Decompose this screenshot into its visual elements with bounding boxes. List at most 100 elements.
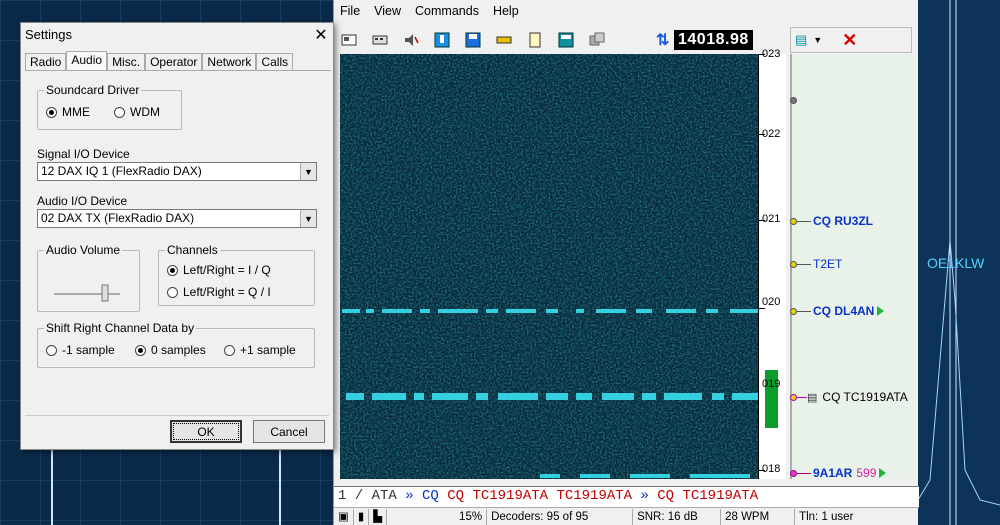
signal-io-label: Signal I/O Device bbox=[37, 147, 130, 161]
document-icon: ▤ bbox=[807, 391, 818, 404]
spot-callsign[interactable]: CQ TC1919ATA bbox=[822, 390, 907, 404]
spot-item[interactable]: ▤ CQ TC1919ATA bbox=[790, 390, 908, 404]
record-icon[interactable] bbox=[431, 29, 453, 51]
tab-network[interactable]: Network bbox=[202, 53, 257, 71]
keyboard-icon[interactable] bbox=[369, 29, 391, 51]
radio-icon[interactable] bbox=[338, 29, 360, 51]
tab-panel bbox=[25, 70, 331, 71]
chevron-down-icon[interactable]: ▼ bbox=[813, 35, 822, 45]
menu-bar: File View Commands Help bbox=[334, 0, 919, 22]
decoded-segment: CQ TC1919ATA bbox=[648, 488, 759, 504]
scale-label: 022 bbox=[762, 128, 781, 140]
radio-zero[interactable]: 0 samples bbox=[135, 343, 206, 357]
wpm-readout: 28 WPM bbox=[721, 509, 796, 525]
spot-filter-icon[interactable]: ▤ bbox=[795, 32, 807, 48]
waterfall-display[interactable] bbox=[340, 54, 758, 479]
level-icon: ▙ bbox=[369, 509, 388, 525]
spot-item[interactable]: CQ DL4AN bbox=[790, 304, 885, 318]
delete-icon[interactable]: ✕ bbox=[842, 30, 857, 51]
radio-plus-one[interactable]: +1 sample bbox=[224, 343, 296, 357]
spot-item[interactable]: 9A1AR 599 bbox=[790, 466, 887, 480]
ok-button[interactable]: OK bbox=[170, 420, 242, 443]
mic-icon: ▮ bbox=[354, 509, 370, 525]
telnet-users: Tln: 1 user bbox=[799, 511, 854, 523]
spots-toolbar: ▤ ▼ ✕ bbox=[790, 27, 912, 53]
spots-panel: CQ RU3ZL T2ET CQ DL4AN ▤ CQ TC1919ATA 9A… bbox=[790, 54, 916, 480]
decoded-text-line[interactable]: 1 / ATA » CQ CQ TC1919ATA TC1919ATA » CQ… bbox=[334, 486, 919, 508]
cpu-percent: 15% bbox=[387, 509, 488, 525]
speaker-icon[interactable] bbox=[400, 29, 422, 51]
spot-item[interactable]: CQ RU3ZL bbox=[790, 214, 873, 228]
status-bar: ▣ ▮ ▙ 15% Decoders: 95 of 95 SNR: 16 dB … bbox=[334, 509, 919, 525]
soundcard-driver-group: Soundcard Driver MME WDM bbox=[37, 83, 182, 130]
shift-channel-group: Shift Right Channel Data by -1 sample 0 … bbox=[37, 321, 315, 368]
group-label: Shift Right Channel Data by bbox=[44, 321, 197, 335]
windows-icon[interactable] bbox=[586, 29, 608, 51]
signal-io-select[interactable]: 12 DAX IQ 1 (FlexRadio DAX) ▼ bbox=[37, 162, 317, 181]
arrow-icon: » bbox=[405, 488, 414, 504]
radio-indicator[interactable] bbox=[167, 264, 178, 276]
radio-indicator[interactable] bbox=[114, 106, 125, 118]
tile-icon[interactable] bbox=[555, 29, 577, 51]
play-icon[interactable] bbox=[877, 306, 885, 316]
spot-marker bbox=[790, 97, 797, 104]
frequency-scale: 023 022 021 020 019 018 bbox=[758, 48, 786, 479]
radio-indicator[interactable] bbox=[224, 344, 235, 356]
play-icon[interactable] bbox=[879, 468, 887, 478]
audio-volume-slider[interactable] bbox=[50, 279, 124, 309]
audio-io-label: Audio I/O Device bbox=[37, 194, 128, 208]
tab-radio[interactable]: Radio bbox=[25, 53, 67, 71]
spot-callsign[interactable]: 9A1AR bbox=[813, 466, 852, 480]
decoders-count: Decoders: 95 of 95 bbox=[487, 509, 634, 525]
spot-callsign[interactable]: CQ RU3ZL bbox=[813, 214, 873, 228]
group-label: Audio Volume bbox=[44, 243, 123, 257]
group-label: Soundcard Driver bbox=[44, 83, 142, 97]
skimmer-window: File View Commands Help ⇅ 14018.98 023 0… bbox=[333, 0, 919, 525]
tab-audio[interactable]: Audio bbox=[66, 51, 108, 71]
document-icon[interactable] bbox=[524, 29, 546, 51]
radio-indicator[interactable] bbox=[167, 286, 178, 298]
settings-dialog: Settings ✕ Radio Audio Misc. Operator Ne… bbox=[20, 22, 334, 450]
scale-label: 019 bbox=[762, 378, 781, 390]
spot-callsign[interactable]: T2ET bbox=[813, 257, 842, 271]
menu-view[interactable]: View bbox=[374, 4, 401, 18]
radio-qi[interactable]: Left/Right = Q / I bbox=[167, 285, 271, 299]
menu-commands[interactable]: Commands bbox=[415, 4, 479, 18]
channels-group: Channels Left/Right = I / Q Left/Right =… bbox=[158, 243, 315, 306]
radio-minus-one[interactable]: -1 sample bbox=[46, 343, 115, 357]
tab-calls[interactable]: Calls bbox=[256, 53, 294, 71]
radio-indicator[interactable] bbox=[46, 106, 57, 118]
save-icon[interactable] bbox=[462, 29, 484, 51]
tab-misc[interactable]: Misc. bbox=[107, 53, 146, 71]
decoded-segment: CQ CQ TC1919ATA TC1919ATA bbox=[413, 488, 641, 504]
menu-file[interactable]: File bbox=[340, 4, 360, 18]
radio-indicator[interactable] bbox=[46, 344, 57, 356]
chevron-down-icon[interactable]: ▼ bbox=[300, 210, 316, 227]
radio-wdm[interactable]: WDM bbox=[114, 105, 160, 119]
tune-arrows-icon[interactable]: ⇅ bbox=[656, 30, 674, 50]
audio-io-select[interactable]: 02 DAX TX (FlexRadio DAX) ▼ bbox=[37, 209, 317, 228]
spot-rst: 599 bbox=[856, 466, 877, 480]
chevron-down-icon[interactable]: ▼ bbox=[300, 163, 316, 180]
close-icon[interactable]: ✕ bbox=[311, 25, 331, 45]
radio-indicator[interactable] bbox=[135, 344, 146, 356]
dialog-title: Settings bbox=[25, 27, 72, 42]
decoded-prefix: 1 / ATA bbox=[338, 488, 406, 504]
arrow-icon: » bbox=[640, 488, 649, 504]
menu-help[interactable]: Help bbox=[493, 4, 519, 18]
cancel-button[interactable]: Cancel bbox=[253, 420, 325, 443]
tape-icon[interactable] bbox=[493, 29, 515, 51]
tab-operator[interactable]: Operator bbox=[145, 53, 203, 71]
radio-iq[interactable]: Left/Right = I / Q bbox=[167, 263, 271, 277]
spot-callsign-label: OE1KLW bbox=[927, 255, 985, 271]
settings-tabs: Radio Audio Misc. Operator Network Calls bbox=[25, 51, 294, 71]
group-label: Channels bbox=[165, 243, 220, 257]
radio-mme[interactable]: MME bbox=[46, 105, 90, 119]
spot-item[interactable]: T2ET bbox=[790, 257, 842, 271]
scale-label: 023 bbox=[762, 48, 781, 60]
divider bbox=[25, 415, 329, 416]
device-icon: ▣ bbox=[334, 509, 354, 525]
scale-label: 020 bbox=[762, 296, 781, 308]
spot-callsign[interactable]: CQ DL4AN bbox=[813, 304, 874, 318]
scale-label: 018 bbox=[762, 463, 781, 475]
